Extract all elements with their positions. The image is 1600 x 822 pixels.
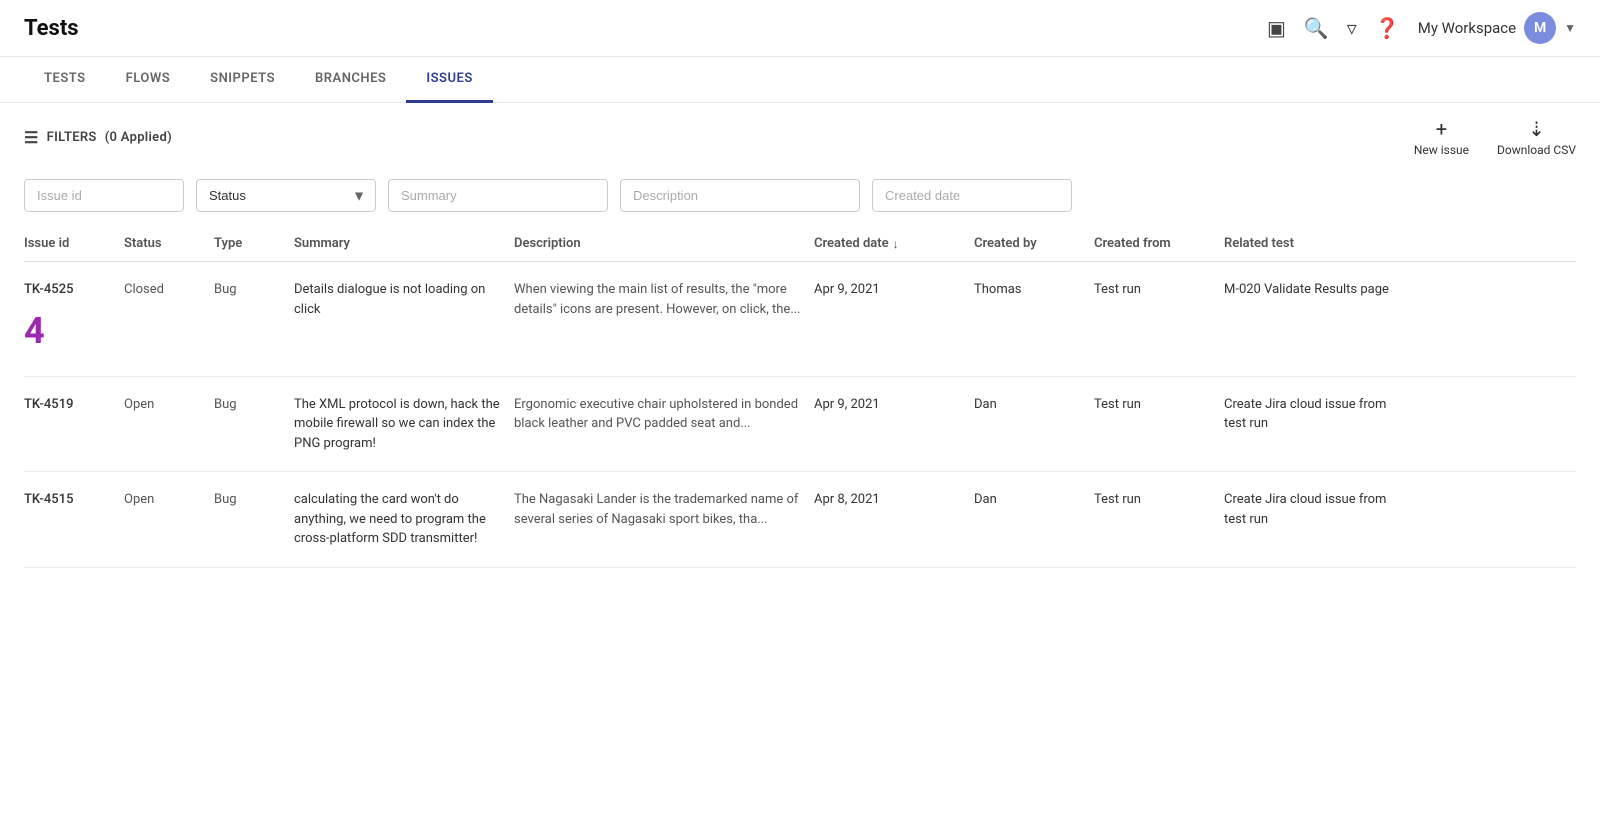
- help-icon[interactable]: ❓: [1375, 16, 1400, 40]
- cell-issue-id: TK-4525 4: [24, 280, 124, 358]
- col-issue-id: Issue id: [24, 236, 124, 251]
- download-icon: ⇣: [1528, 117, 1545, 141]
- new-issue-button[interactable]: + New issue: [1414, 117, 1469, 157]
- tab-branches[interactable]: BRANCHES: [295, 57, 406, 103]
- status-filter[interactable]: Status Open Closed: [196, 179, 376, 212]
- cell-type: Bug: [214, 490, 294, 510]
- cell-summary: The XML protocol is down, hack the mobil…: [294, 395, 514, 454]
- new-issue-label: New issue: [1414, 143, 1469, 157]
- header: Tests ▣ 🔍 ▿ ❓ My Workspace M ▼: [0, 0, 1600, 57]
- cell-created-date: Apr 9, 2021: [814, 280, 974, 300]
- col-related-test: Related test: [1224, 236, 1404, 251]
- header-right: ▣ 🔍 ▿ ❓ My Workspace M ▼: [1267, 12, 1576, 44]
- cell-created-date: Apr 8, 2021: [814, 490, 974, 510]
- cell-type: Bug: [214, 395, 294, 415]
- filter-row: Status Open Closed ▼: [0, 171, 1600, 226]
- cell-status: Open: [124, 490, 214, 510]
- cell-issue-id: TK-4515: [24, 490, 124, 510]
- plus-icon: +: [1436, 117, 1447, 141]
- col-status: Status: [124, 236, 214, 251]
- issue-id-filter[interactable]: [24, 179, 184, 212]
- download-csv-button[interactable]: ⇣ Download CSV: [1497, 117, 1576, 157]
- cell-summary: Details dialogue is not loading on click: [294, 280, 514, 319]
- cell-created-from: Test run: [1094, 280, 1224, 300]
- col-type: Type: [214, 236, 294, 251]
- workspace-dropdown-icon[interactable]: ▼: [1564, 21, 1576, 35]
- tab-snippets[interactable]: SNIPPETS: [190, 57, 295, 103]
- description-filter[interactable]: [620, 179, 860, 212]
- cell-description: When viewing the main list of results, t…: [514, 280, 814, 319]
- tab-flows[interactable]: FLOWS: [106, 57, 191, 103]
- cell-related-test: M-020 Validate Results page: [1224, 280, 1404, 300]
- col-created-by: Created by: [974, 236, 1094, 251]
- table-header: Issue id Status Type Summary Description…: [24, 226, 1576, 262]
- nav-tabs: TESTS FLOWS SNIPPETS BRANCHES ISSUES: [0, 57, 1600, 103]
- cell-created-from: Test run: [1094, 490, 1224, 510]
- cell-related-test: Create Jira cloud issue from test run: [1224, 395, 1404, 434]
- workspace-selector[interactable]: My Workspace M ▼: [1418, 12, 1576, 44]
- cell-created-by: Dan: [974, 395, 1094, 415]
- cell-created-from: Test run: [1094, 395, 1224, 415]
- tab-tests[interactable]: TESTS: [24, 57, 106, 103]
- download-csv-label: Download CSV: [1497, 143, 1576, 157]
- sort-arrow-icon: ↓: [893, 237, 899, 251]
- col-summary: Summary: [294, 236, 514, 251]
- cell-status: Open: [124, 395, 214, 415]
- filter-lines-icon: ☰: [24, 128, 39, 147]
- status-filter-wrap: Status Open Closed ▼: [196, 179, 376, 212]
- cell-type: Bug: [214, 280, 294, 300]
- cell-status: Closed: [124, 280, 214, 300]
- app-title: Tests: [24, 16, 79, 41]
- toolbar-actions: + New issue ⇣ Download CSV: [1414, 117, 1576, 157]
- toolbar: ☰ FILTERS (0 Applied) + New issue ⇣ Down…: [0, 103, 1600, 171]
- table-row[interactable]: TK-4519 Open Bug The XML protocol is dow…: [24, 377, 1576, 473]
- col-created-date[interactable]: Created date ↓: [814, 236, 974, 251]
- workspace-label: My Workspace: [1418, 19, 1516, 37]
- cell-description: Ergonomic executive chair upholstered in…: [514, 395, 814, 434]
- cell-related-test: Create Jira cloud issue from test run: [1224, 490, 1404, 529]
- monitor-icon[interactable]: ▣: [1267, 16, 1286, 40]
- table-row[interactable]: TK-4525 4 Closed Bug Details dialogue is…: [24, 262, 1576, 377]
- table-row[interactable]: TK-4515 Open Bug calculating the card wo…: [24, 472, 1576, 568]
- col-created-from: Created from: [1094, 236, 1224, 251]
- filter-icon[interactable]: ▿: [1347, 16, 1357, 40]
- cell-issue-num: 4: [24, 304, 124, 358]
- filters-count: (0 Applied): [105, 130, 172, 145]
- search-icon[interactable]: 🔍: [1304, 16, 1329, 40]
- cell-created-by: Dan: [974, 490, 1094, 510]
- cell-description: The Nagasaki Lander is the trademarked n…: [514, 490, 814, 529]
- tab-issues[interactable]: ISSUES: [406, 57, 492, 103]
- issues-table: Issue id Status Type Summary Description…: [0, 226, 1600, 568]
- created-date-filter[interactable]: [872, 179, 1072, 212]
- col-description: Description: [514, 236, 814, 251]
- summary-filter[interactable]: [388, 179, 608, 212]
- filters-toggle[interactable]: ☰ FILTERS (0 Applied): [24, 128, 172, 147]
- cell-created-by: Thomas: [974, 280, 1094, 300]
- avatar: M: [1524, 12, 1556, 44]
- cell-created-date: Apr 9, 2021: [814, 395, 974, 415]
- cell-summary: calculating the card won't do anything, …: [294, 490, 514, 549]
- cell-issue-id: TK-4519: [24, 395, 124, 415]
- filters-text: FILTERS: [47, 130, 97, 145]
